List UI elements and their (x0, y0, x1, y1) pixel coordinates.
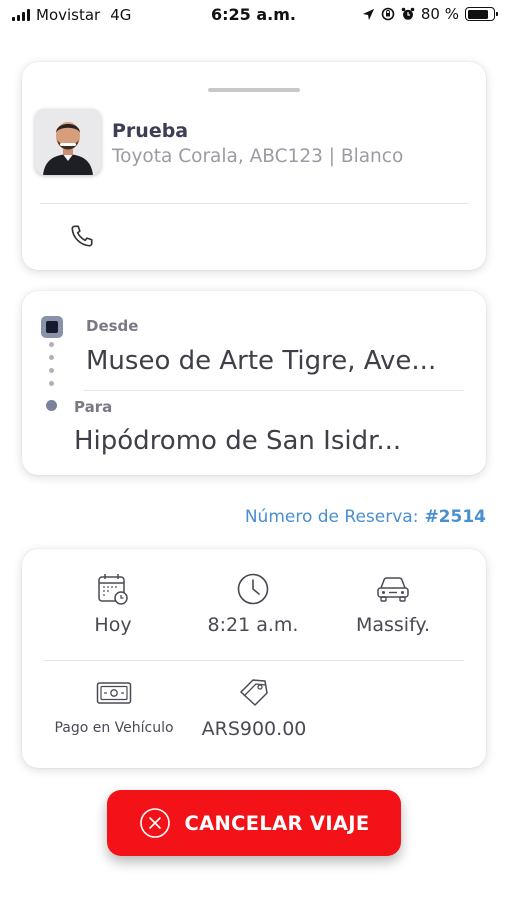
rotation-lock-icon (381, 7, 395, 21)
cash-icon (96, 682, 132, 704)
call-driver-button[interactable] (66, 220, 98, 252)
clock-icon (237, 573, 269, 605)
divider (44, 660, 464, 661)
payment-method-value: Pago en Vehículo (54, 720, 174, 736)
destination-address[interactable]: Hipódromo de San Isidr... (74, 426, 401, 456)
calendar-icon (98, 574, 128, 605)
route-dot (49, 355, 54, 360)
vehicle-type-value: Massify. (355, 614, 431, 636)
divider (40, 203, 468, 204)
price-tag-icon (240, 679, 268, 706)
cancel-trip-label: CANCELAR VIAJE (184, 811, 370, 835)
origin-address[interactable]: Museo de Arte Tigre, Ave... (86, 346, 436, 376)
route-dot (49, 381, 54, 386)
divider (84, 390, 464, 391)
trip-price: ARS900.00 (187, 675, 321, 740)
trip-price-value: ARS900.00 (201, 718, 307, 740)
driver-name: Prueba (112, 120, 189, 142)
driver-avatar (35, 109, 101, 175)
battery-level (467, 9, 488, 19)
vehicle-info: Toyota Corala, ABC123 | Blanco (112, 146, 404, 167)
trip-details-card: Hoy 8:21 a.m. Massify. Pago en Vehículo … (22, 549, 486, 768)
trip-date: Hoy (63, 571, 163, 636)
car-icon (377, 577, 409, 602)
alarm-icon (401, 7, 415, 20)
driver-card: Prueba Toyota Corala, ABC123 | Blanco (22, 62, 486, 270)
status-bar: Movistar 4G 6:25 a.m. 80 % (0, 0, 507, 30)
vehicle-type: Massify. (343, 571, 443, 636)
route-dot (49, 342, 54, 347)
trip-date-value: Hoy (94, 614, 132, 636)
battery-percentage: 80 % (420, 5, 459, 23)
reservation-label: Número de Reserva: (244, 507, 419, 527)
status-bar-right: 80 % (362, 5, 498, 23)
route-card: Desde Museo de Arte Tigre, Ave... Para H… (22, 291, 486, 475)
cancel-trip-button[interactable]: CANCELAR VIAJE (107, 790, 401, 856)
payment-method: Pago en Vehículo (44, 675, 184, 736)
phone-icon (71, 225, 93, 247)
driver-photo (35, 109, 101, 175)
origin-label: Desde (86, 317, 139, 335)
close-circle-icon (139, 808, 170, 838)
destination-label: Para (74, 398, 113, 416)
route-dot (49, 368, 54, 373)
trip-time: 8:21 a.m. (203, 571, 303, 636)
location-arrow-icon (362, 8, 374, 20)
destination-marker-icon (46, 400, 57, 411)
trip-time-value: 8:21 a.m. (207, 614, 299, 636)
battery-icon (465, 7, 498, 21)
origin-marker-icon (41, 316, 63, 338)
drag-handle[interactable] (208, 88, 300, 92)
reservation-number: Número de Reserva: #2514 (245, 507, 486, 527)
reservation-id: #2514 (424, 507, 486, 527)
